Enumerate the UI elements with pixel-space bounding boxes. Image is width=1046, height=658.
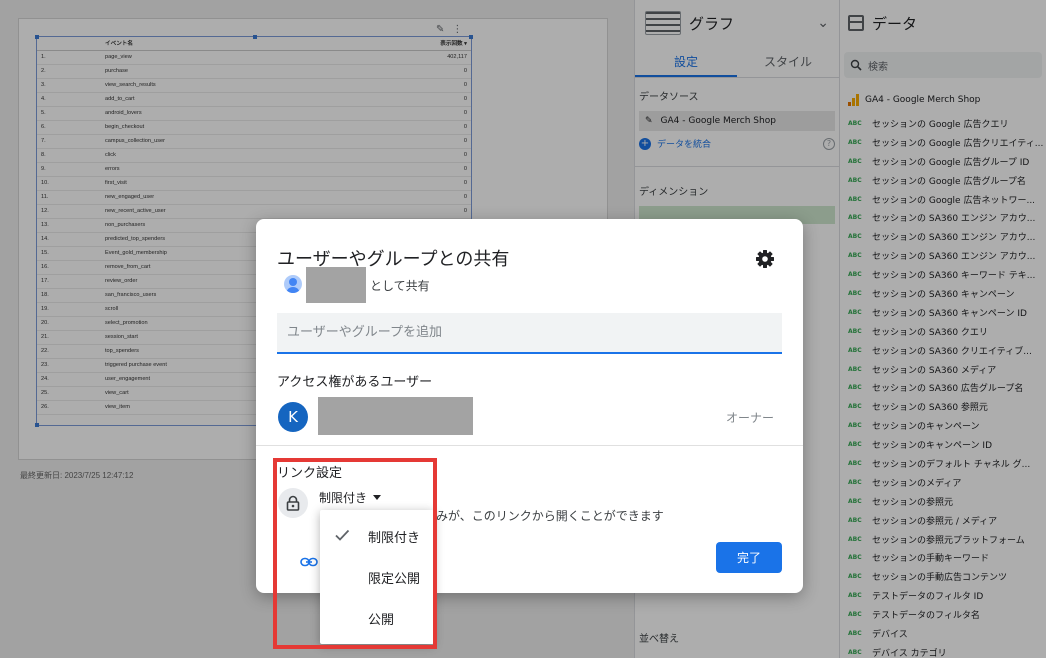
access-heading: アクセス権があるユーザー	[277, 375, 433, 390]
redacted-user-info	[318, 397, 473, 435]
link-description: みが、このリンクから開くことができます	[436, 509, 664, 523]
settings-button[interactable]	[753, 247, 777, 271]
gear-icon	[756, 250, 774, 268]
owner-role-label: オーナー	[726, 411, 775, 425]
shared-as-text: として共有	[370, 279, 430, 293]
user-avatar: K	[278, 402, 308, 432]
redacted-owner-name	[306, 267, 366, 303]
add-users-input[interactable]	[277, 313, 782, 354]
done-button[interactable]: 完了	[716, 542, 782, 573]
annotation-highlight-box	[273, 458, 437, 649]
dialog-divider	[256, 445, 803, 446]
owner-avatar	[284, 275, 302, 293]
